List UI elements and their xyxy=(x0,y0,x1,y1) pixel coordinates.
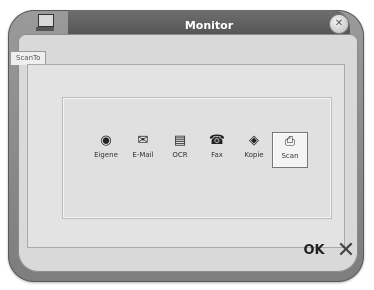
kopie-button[interactable]: ◈ Kopie xyxy=(237,132,271,166)
fax-button[interactable]: ☎ Fax xyxy=(200,132,234,166)
scan-icon: ⎙ xyxy=(284,134,296,149)
cancel-button[interactable]: ✕ xyxy=(336,240,356,262)
monitor-icon xyxy=(36,14,54,31)
eigene-label: Eigene xyxy=(94,151,118,159)
fax-label: Fax xyxy=(211,151,223,159)
window-title: Monitor xyxy=(184,19,234,32)
ok-button[interactable]: OK xyxy=(303,242,325,260)
ocr-label: OCR xyxy=(172,151,188,159)
scan-button[interactable]: ⎙ Scan xyxy=(272,132,308,168)
email-icon: ✉ xyxy=(137,133,149,148)
ocr-icon: ▤ xyxy=(173,133,187,148)
ocr-button[interactable]: ▤ OCR xyxy=(163,132,197,166)
close-button[interactable]: ✕ xyxy=(329,14,349,34)
eigene-icon: ◉ xyxy=(100,133,112,148)
kopie-label: Kopie xyxy=(244,151,264,159)
fax-icon: ☎ xyxy=(208,133,226,148)
scan-label: Scan xyxy=(281,152,299,160)
kopie-icon: ◈ xyxy=(249,133,259,148)
scan-toolbar: ◉ Eigene ✉ E-Mail ▤ OCR ☎ Fax ◈ Kopie ⎙ … xyxy=(89,132,311,168)
email-label: E-Mail xyxy=(132,151,154,159)
email-button[interactable]: ✉ E-Mail xyxy=(126,132,160,166)
eigene-button[interactable]: ◉ Eigene xyxy=(89,132,123,166)
tab-scanto[interactable]: ScanTo xyxy=(10,51,47,65)
